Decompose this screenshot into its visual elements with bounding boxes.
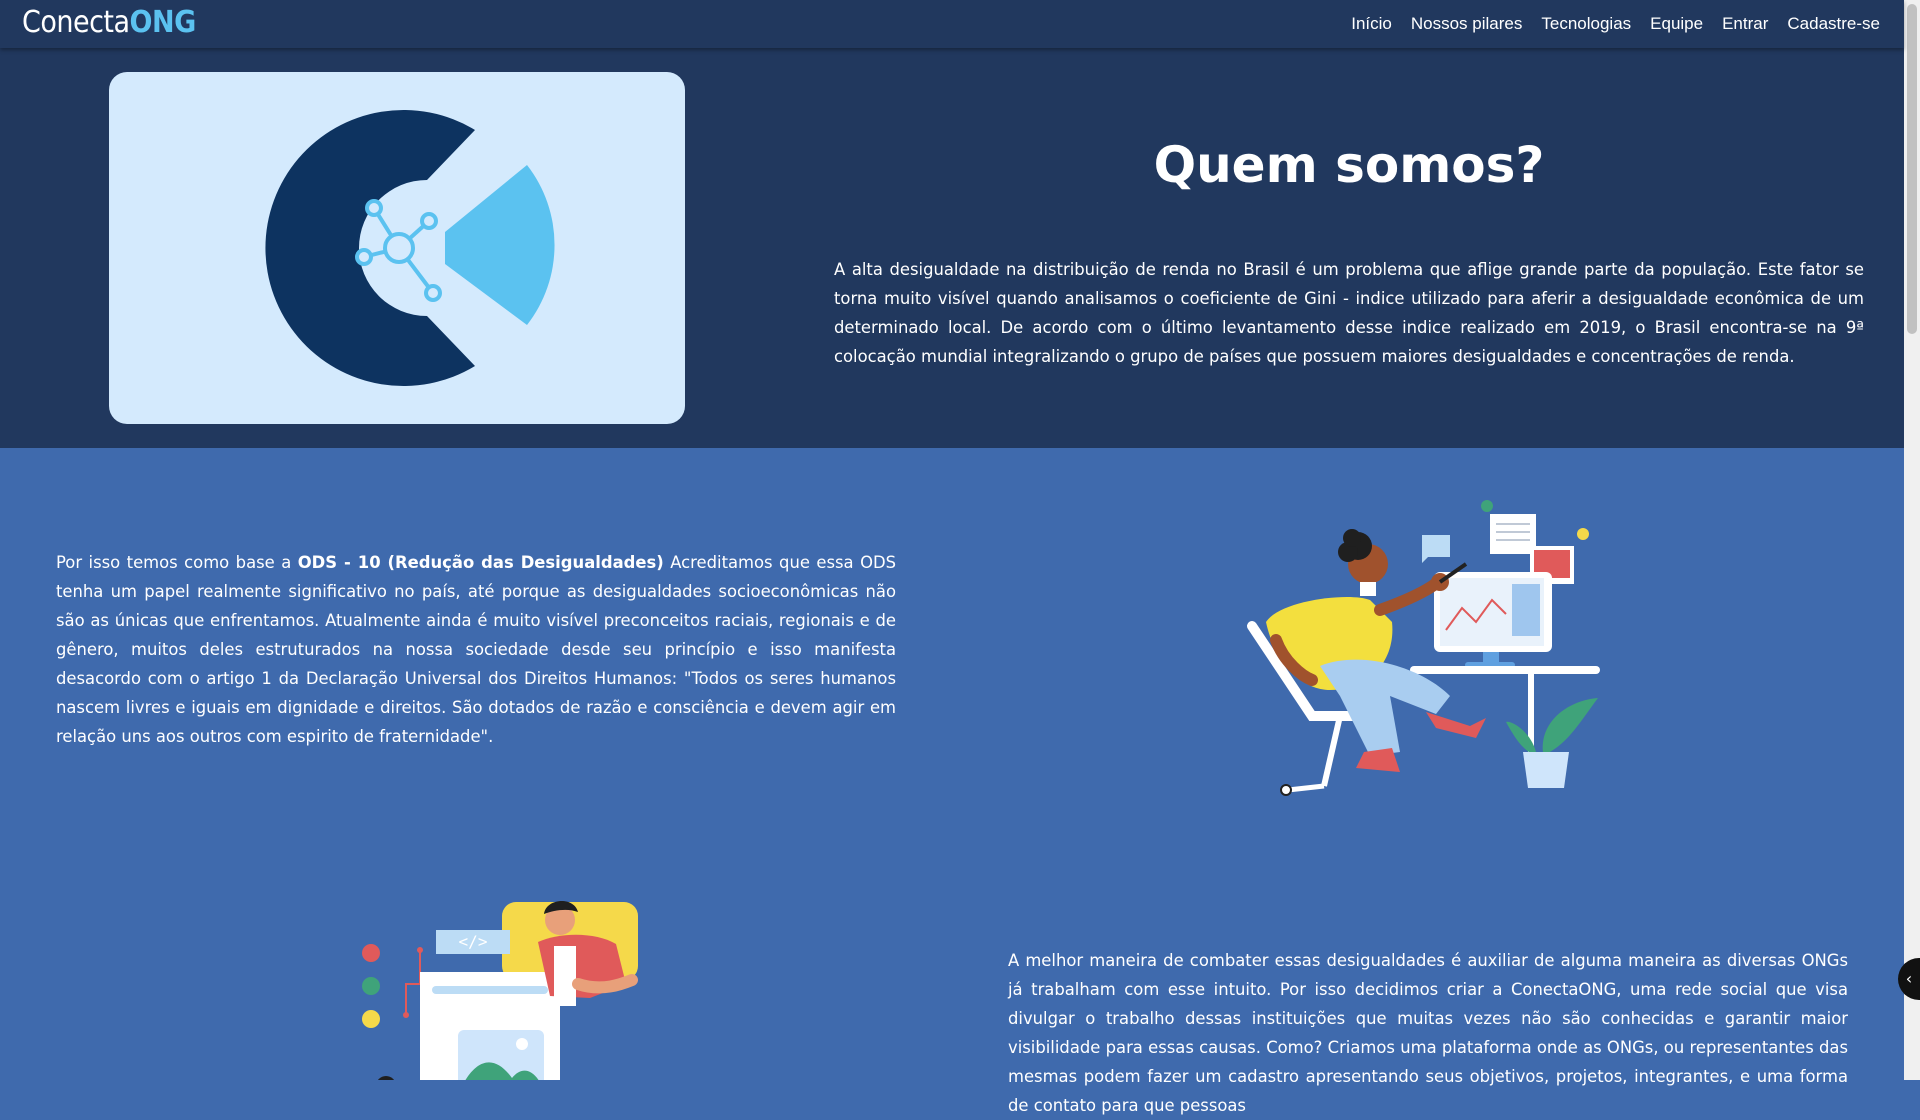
nav-links: Início Nossos pilares Tecnologias Equipe… — [1332, 0, 1880, 48]
person-at-desk-illustration — [1247, 500, 1600, 796]
hero-section: Quem somos? A alta desigualdade na distr… — [0, 48, 1904, 448]
hero-title: Quem somos? — [1153, 136, 1545, 194]
nav-link-cadastre-se[interactable]: Cadastre-se — [1787, 14, 1880, 34]
brand-name-part1: Conecta — [22, 5, 130, 40]
nav-link-entrar[interactable]: Entrar — [1722, 14, 1768, 34]
ods-highlight: ODS - 10 (Redução das Desigualdades) — [297, 553, 664, 572]
conecta-logo-icon — [265, 109, 555, 386]
code-tag-label: </> — [459, 932, 488, 951]
logo-card — [109, 72, 685, 424]
ods-paragraph: Por isso temos como base a ODS - 10 (Red… — [56, 548, 896, 751]
navbar: ConectaONG Início Nossos pilares Tecnolo… — [0, 0, 1904, 48]
developer-illustration: </> — [362, 900, 638, 1080]
scrollbar-thumb[interactable] — [1907, 4, 1917, 334]
mission-paragraph: A melhor maneira de combater essas desig… — [1008, 951, 1848, 1115]
ods-body-text: Acreditamos que essa ODS tenha um papel … — [56, 553, 896, 746]
nav-link-tecnologias[interactable]: Tecnologias — [1541, 14, 1631, 34]
brand-name-part2: ONG — [129, 5, 197, 40]
nav-link-equipe[interactable]: Equipe — [1650, 14, 1703, 34]
side-collapse-tab[interactable]: ‹ — [1898, 958, 1920, 1000]
nav-link-inicio[interactable]: Início — [1351, 14, 1392, 34]
brand-logo[interactable]: ConectaONG — [22, 4, 196, 42]
ods-intro-text: Por isso temos como base a — [56, 553, 298, 572]
hero-paragraph: A alta desigualdade na distribuição de r… — [834, 260, 1864, 366]
nav-link-nossos-pilares[interactable]: Nossos pilares — [1411, 14, 1523, 34]
scrollbar[interactable] — [1904, 0, 1920, 1080]
